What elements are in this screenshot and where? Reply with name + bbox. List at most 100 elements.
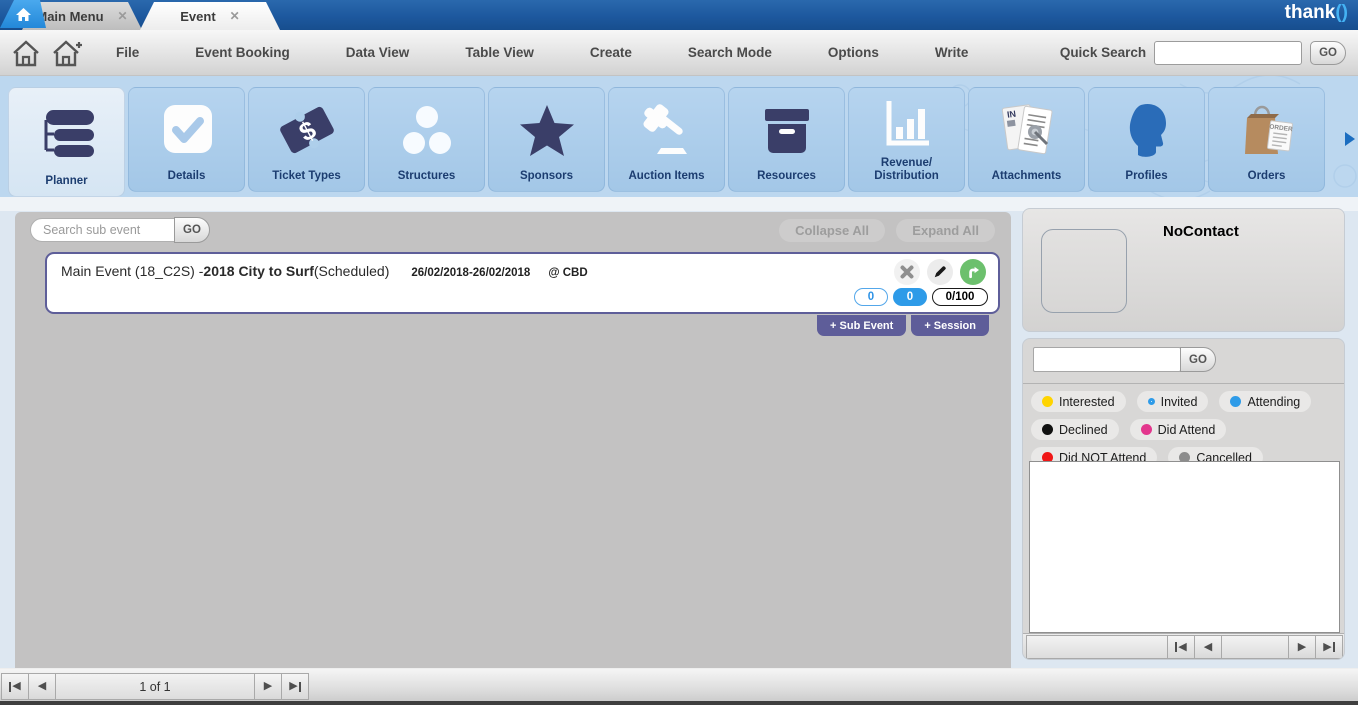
tile-label: Sponsors xyxy=(516,170,577,183)
contact-name: NoContact xyxy=(1163,223,1239,240)
star-icon xyxy=(515,88,579,170)
menu-item-options[interactable]: Options xyxy=(828,45,879,60)
pager-next-button[interactable]: ▶ xyxy=(1288,635,1316,659)
ribbon-tile-ticket-types[interactable]: $ Ticket Types xyxy=(248,87,365,192)
attendee-search-input[interactable] xyxy=(1033,347,1181,372)
add-sub-event-button[interactable]: + Sub Event xyxy=(817,315,906,336)
attendee-search-go-button[interactable]: GO xyxy=(1180,347,1216,372)
quick-search-label: Quick Search xyxy=(1060,45,1146,60)
attendee-pager: ◀ ◀ ▶ ▶ xyxy=(1023,633,1345,660)
menu-item-event-booking[interactable]: Event Booking xyxy=(195,45,290,60)
pager-last-button[interactable]: ▶ xyxy=(281,673,309,700)
event-add-buttons: + Sub Event + Session xyxy=(817,315,989,336)
pager-prev-button[interactable]: ◀ xyxy=(1194,635,1222,659)
ribbon-tile-details[interactable]: Details xyxy=(128,87,245,192)
capacity-badge[interactable]: 0/100 xyxy=(932,288,988,306)
filter-attending[interactable]: Attending xyxy=(1219,391,1311,412)
ticket-icon: $ xyxy=(275,88,339,170)
filter-did-attend[interactable]: Did Attend xyxy=(1130,419,1227,440)
turn-arrow-icon xyxy=(965,264,981,280)
attendee-search: GO xyxy=(1033,347,1216,372)
delete-event-button[interactable] xyxy=(894,259,920,285)
thankq-logo: thank() xyxy=(1285,2,1348,24)
ribbon-tile-profiles[interactable]: Profiles xyxy=(1088,87,1205,192)
sub-event-search-go-button[interactable]: GO xyxy=(174,217,210,243)
attendee-filter-panel: GO Interested Invited Attending Declined xyxy=(1022,338,1345,660)
ribbon-tile-auction-items[interactable]: Auction Items xyxy=(608,87,725,192)
planner-icon xyxy=(35,88,99,175)
menu-item-create[interactable]: Create xyxy=(590,45,632,60)
filter-label: Invited xyxy=(1161,395,1198,409)
tile-label: Ticket Types xyxy=(268,170,345,183)
filter-declined[interactable]: Declined xyxy=(1031,419,1119,440)
tile-label: Resources xyxy=(753,170,820,183)
pencil-icon xyxy=(933,265,947,279)
close-icon[interactable]: ✕ xyxy=(230,9,240,23)
ribbon-tiles: Planner Details xyxy=(8,87,1325,197)
close-x-icon xyxy=(900,265,914,279)
event-title-status: (Scheduled) xyxy=(314,263,390,279)
avatar xyxy=(1041,229,1127,313)
ribbon-tile-orders[interactable]: ORDER Orders xyxy=(1208,87,1325,192)
menu-item-write[interactable]: Write xyxy=(935,45,969,60)
tab-event[interactable]: Event ✕ xyxy=(140,2,280,30)
counter-badge[interactable]: 0 xyxy=(893,288,927,306)
pager-page-cell xyxy=(1221,635,1289,659)
ribbon-tile-sponsors[interactable]: Sponsors xyxy=(488,87,605,192)
pager-last-button[interactable]: ▶ xyxy=(1315,635,1343,659)
tab-home[interactable] xyxy=(0,0,46,28)
ribbon-tile-structures[interactable]: Structures xyxy=(368,87,485,192)
go-to-event-button[interactable] xyxy=(960,259,986,285)
tile-label: Orders xyxy=(1244,170,1290,183)
pager-first-button[interactable]: ◀ xyxy=(1,673,29,700)
pager-first-button[interactable]: ◀ xyxy=(1167,635,1195,659)
ribbon: Planner Details xyxy=(0,76,1358,197)
quick-search-go-button[interactable]: GO xyxy=(1310,41,1346,65)
ribbon-tile-planner[interactable]: Planner xyxy=(8,87,125,197)
filter-invited[interactable]: Invited xyxy=(1137,391,1209,412)
event-location: @ CBD xyxy=(548,267,587,279)
tile-label: Profiles xyxy=(1121,170,1171,183)
box-icon xyxy=(755,88,819,170)
tile-label: Revenue/ Distribution xyxy=(849,157,964,183)
status-ring-icon xyxy=(1148,398,1155,405)
pager-prev-button[interactable]: ◀ xyxy=(28,673,56,700)
filter-label: Did Attend xyxy=(1158,423,1216,437)
tile-label: Auction Items xyxy=(624,170,708,183)
ribbon-tile-revenue-distribution[interactable]: Revenue/ Distribution xyxy=(848,87,965,192)
event-actions xyxy=(894,259,986,285)
main-event-card[interactable]: Main Event (18_C2S) - 2018 City to Surf … xyxy=(45,252,1000,314)
ribbon-tile-attachments[interactable]: IN Attachments xyxy=(968,87,1085,192)
menu-item-search-mode[interactable]: Search Mode xyxy=(688,45,772,60)
expand-all-button[interactable]: Expand All xyxy=(896,219,995,242)
event-title-name: 2018 City to Surf xyxy=(203,263,313,279)
planner-panel: GO Collapse All Expand All Main Event (1… xyxy=(15,212,1011,668)
menu-item-data-view[interactable]: Data View xyxy=(346,45,410,60)
collapse-all-button[interactable]: Collapse All xyxy=(779,219,885,242)
quick-search-input[interactable] xyxy=(1160,43,1315,63)
home-button[interactable] xyxy=(8,36,44,70)
pager-next-button[interactable]: ▶ xyxy=(254,673,282,700)
filter-interested[interactable]: Interested xyxy=(1031,391,1126,412)
tile-label: Structures xyxy=(394,170,460,183)
menu-bar: File Event Booking Data View Table View … xyxy=(0,30,1358,76)
head-icon xyxy=(1115,88,1179,170)
close-icon[interactable]: ✕ xyxy=(118,9,128,23)
edit-event-button[interactable] xyxy=(927,259,953,285)
bar-chart-icon xyxy=(875,88,939,157)
menu-item-file[interactable]: File xyxy=(116,45,139,60)
add-session-button[interactable]: + Session xyxy=(911,315,989,336)
contact-card: NoContact xyxy=(1022,208,1345,332)
counter-badge[interactable]: 0 xyxy=(854,288,888,306)
sub-event-search-input[interactable] xyxy=(30,218,175,242)
quick-search-combo[interactable] xyxy=(1154,41,1302,65)
sub-event-search: GO xyxy=(30,217,210,243)
tile-label: Details xyxy=(164,170,210,183)
filter-label: Attending xyxy=(1247,395,1300,409)
ribbon-tile-resources[interactable]: Resources xyxy=(728,87,845,192)
tile-label: Planner xyxy=(41,175,91,188)
event-pager: ◀ ◀ 1 of 1 ▶ ▶ xyxy=(2,673,309,700)
ribbon-scroll-right-icon[interactable] xyxy=(1345,132,1355,146)
menu-item-table-view[interactable]: Table View xyxy=(465,45,534,60)
add-home-button[interactable] xyxy=(50,36,86,70)
